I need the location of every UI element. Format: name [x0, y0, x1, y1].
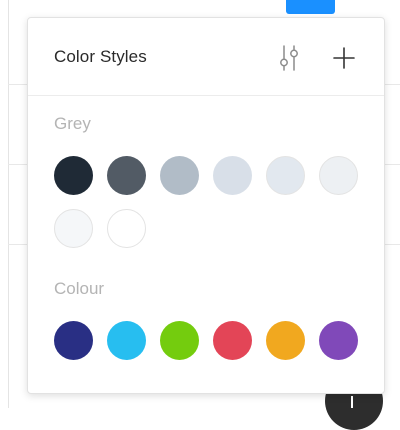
color-swatch[interactable]: [266, 321, 305, 360]
color-swatch[interactable]: [54, 209, 93, 248]
section-title-grey: Grey: [54, 114, 91, 133]
color-swatch[interactable]: [319, 321, 358, 360]
header-divider: [28, 95, 384, 96]
color-swatch[interactable]: [160, 156, 199, 195]
color-swatch[interactable]: [213, 156, 252, 195]
sliders-icon[interactable]: [276, 43, 302, 73]
color-styles-panel: Color Styles Grey Colour: [27, 17, 385, 394]
color-swatch[interactable]: [160, 321, 199, 360]
background-divider-vertical: [8, 0, 9, 408]
color-swatch[interactable]: [54, 321, 93, 360]
color-swatch[interactable]: [107, 321, 146, 360]
panel-title: Color Styles: [54, 47, 147, 66]
color-swatch[interactable]: [107, 156, 146, 195]
section-title-colour: Colour: [54, 279, 105, 298]
color-swatch[interactable]: [266, 156, 305, 195]
color-swatch[interactable]: [107, 209, 146, 248]
plus-icon[interactable]: [331, 45, 357, 71]
background-blue-button[interactable]: [286, 0, 335, 14]
color-swatch[interactable]: [54, 156, 93, 195]
color-swatch[interactable]: [213, 321, 252, 360]
color-swatch[interactable]: [319, 156, 358, 195]
floating-action-icon: [351, 396, 353, 408]
